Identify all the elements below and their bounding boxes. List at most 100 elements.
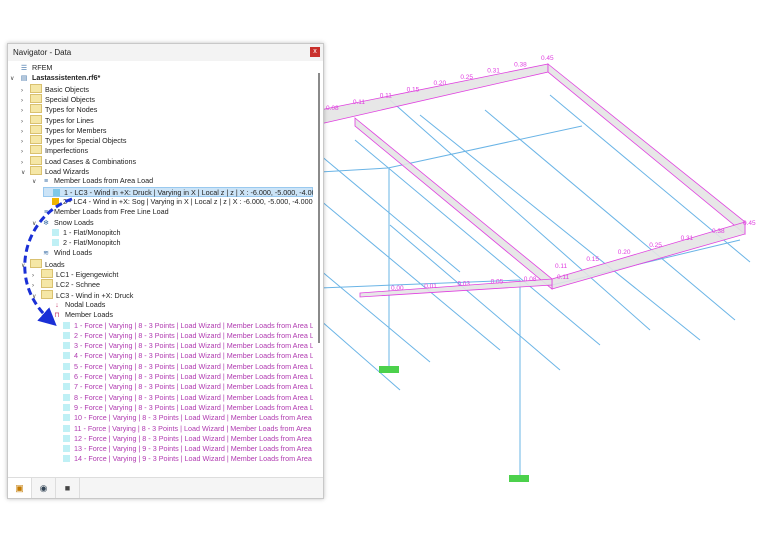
- load-value-label: 0.25: [649, 242, 662, 249]
- tree-item-label: 11 - Force | Varying | 8 - 3 Points | Lo…: [74, 423, 313, 433]
- load-value-label: 0.15: [586, 256, 599, 263]
- color-square-icon: [52, 239, 59, 247]
- tree-item[interactable]: ☰ RFEM: [10, 63, 53, 73]
- chevron-down-icon[interactable]: ∨: [21, 168, 30, 178]
- tree-item[interactable]: ∨ ❄ Snow Loads: [32, 218, 94, 228]
- color-square-icon: [63, 373, 70, 380]
- tree-item[interactable]: ∨ LC3 - Wind in +X: Druck: [32, 289, 134, 302]
- tree-item[interactable]: › Types for Lines: [21, 114, 94, 125]
- tree-item[interactable]: › LC2 - Schnee: [32, 279, 100, 289]
- navigator-tree: ☰ RFEM ∨ ▤ Lastassistenten.rf6* › Basic Object…: [10, 63, 313, 466]
- load-value-label: 0.03: [457, 281, 470, 288]
- close-button[interactable]: x: [310, 47, 320, 57]
- load-value-label: 0.20: [618, 249, 631, 256]
- color-square-icon: [63, 445, 70, 453]
- color-square-icon: [52, 197, 59, 205]
- tree-item[interactable]: 1 - Flat/Monopitch: [43, 228, 121, 238]
- tree-item[interactable]: › Types for Nodes: [21, 104, 97, 114]
- tree-item[interactable]: ∨ ≡ Member Loads from Area Load: [32, 176, 153, 186]
- tree-item[interactable]: 2 - LC4 - Wind in +X: Sog | Varying in X…: [43, 197, 313, 207]
- tree-item-label: 1 - Force | Varying | 8 - 3 Points | Loa…: [74, 320, 313, 330]
- tree-item[interactable]: 12 - Force | Varying | 8 - 3 Points | Lo…: [54, 434, 313, 444]
- chevron-down-icon[interactable]: ∨: [32, 177, 41, 187]
- tree-item[interactable]: ∨ ▤ Lastassistenten.rf6*: [10, 73, 100, 83]
- tree-item[interactable]: ≋ Wind Loads: [32, 248, 92, 258]
- folder-icon: [41, 289, 53, 299]
- tree-item-label: Types for Nodes: [45, 105, 98, 115]
- tree-item[interactable]: 10 - Force | Varying | 8 - 3 Points | Lo…: [54, 413, 313, 423]
- camera-icon: ■: [64, 483, 71, 493]
- navigator-tabs: ▣ ◉ ■: [8, 477, 323, 498]
- tree-item[interactable]: › LC1 - Eigengewicht: [32, 269, 118, 279]
- tree-item-label: Imperfections: [45, 146, 89, 156]
- folder-icon: [30, 166, 42, 175]
- tree-item[interactable]: ∨ Load Wizards: [21, 166, 89, 176]
- tree-item[interactable]: 8 - Force | Varying | 8 - 3 Points | Loa…: [54, 393, 313, 403]
- tree-item-label: Lastassistenten.rf6*: [32, 73, 101, 83]
- member-line: [319, 319, 401, 391]
- tree-item[interactable]: 9 - Force | Varying | 8 - 3 Points | Loa…: [54, 403, 313, 413]
- tree-item[interactable]: › Imperfections: [21, 145, 88, 155]
- load-value-label: 0.15: [407, 86, 420, 93]
- tree-item[interactable]: 1 - LC3 - Wind in +X: Druck | Varying in…: [43, 186, 313, 197]
- tree-item-label: Load Wizards: [45, 167, 89, 176]
- tree-item-label: 14 - Force | Varying | 9 - 3 Points | Lo…: [74, 454, 313, 464]
- member-line: [354, 139, 601, 346]
- tree-item[interactable]: ≡ Member Loads from Free Line Load: [32, 207, 169, 217]
- chevron-down-icon[interactable]: ∨: [10, 74, 19, 84]
- tree-item-label: Member Loads: [65, 310, 113, 320]
- member-line: [389, 224, 561, 371]
- tree-item[interactable]: 5 - Force | Varying | 8 - 3 Points | Loa…: [54, 362, 313, 372]
- chevron-down-icon[interactable]: ∨: [32, 292, 41, 302]
- tree-item-label: 3 - Force | Varying | 8 - 3 Points | Loa…: [74, 341, 313, 351]
- tree-item[interactable]: 2 - Flat/Monopitch: [43, 238, 121, 248]
- tree-item[interactable]: 7 - Force | Varying | 8 - 3 Points | Loa…: [54, 382, 313, 392]
- support-icon: [509, 475, 529, 482]
- vertical-scrollbar[interactable]: [318, 73, 320, 343]
- tree-item-label: 4 - Force | Varying | 8 - 3 Points | Loa…: [74, 351, 313, 361]
- tab-camera[interactable]: ■: [56, 478, 80, 498]
- tree-item[interactable]: 1 - Force | Varying | 8 - 3 Points | Loa…: [54, 321, 313, 331]
- color-square-icon: [63, 403, 70, 411]
- tree-item-label: Wind Loads: [54, 248, 92, 258]
- load-value-label: 0.38: [514, 61, 527, 68]
- tree-item-label: 5 - Force | Varying | 8 - 3 Points | Loa…: [74, 361, 313, 371]
- color-square-icon: [53, 188, 60, 196]
- tree-item-label: 1 - Flat/Monopitch: [63, 227, 121, 237]
- tree-item[interactable]: ∨ ⊓ Member Loads: [43, 310, 113, 320]
- tree-item[interactable]: › Load Cases & Combinations: [21, 155, 136, 166]
- tree-item[interactable]: ↓ Nodal Loads: [43, 300, 105, 310]
- tree-item[interactable]: 6 - Force | Varying | 8 - 3 Points | Loa…: [54, 372, 313, 382]
- tree-item[interactable]: 2 - Force | Varying | 8 - 3 Points | Loa…: [54, 331, 313, 341]
- tree-item[interactable]: 4 - Force | Varying | 8 - 3 Points | Loa…: [54, 351, 313, 361]
- tree-item[interactable]: 3 - Force | Varying | 8 - 3 Points | Loa…: [54, 341, 313, 351]
- tree-item-label: RFEM: [32, 63, 53, 72]
- tree-item[interactable]: › Special Objects: [21, 93, 95, 104]
- load-band-left: [354, 117, 553, 290]
- tree-item-label: Types for Lines: [45, 115, 94, 125]
- tree-item[interactable]: 14 - Force | Varying | 9 - 3 Points | Lo…: [54, 454, 313, 464]
- color-square-icon: [63, 383, 70, 391]
- load-value-label: 0.45: [743, 220, 756, 227]
- chevron-down-icon[interactable]: ∨: [21, 261, 30, 271]
- tree-item[interactable]: 13 - Force | Varying | 9 - 3 Points | Lo…: [54, 444, 313, 454]
- tab-data[interactable]: ▣: [8, 478, 32, 498]
- tree-item[interactable]: 11 - Force | Varying | 8 - 3 Points | Lo…: [54, 424, 313, 434]
- tree-item-label: LC3 - Wind in +X: Druck: [56, 290, 134, 300]
- tree-item[interactable]: › Types for Members: [21, 124, 107, 135]
- tree-item-label: 2 - LC4 - Wind in +X: Sog | Varying in X…: [63, 196, 313, 206]
- tree-item-label: LC2 - Schnee: [56, 280, 100, 290]
- member-line: [319, 154, 461, 273]
- tree-item[interactable]: ∨ Loads: [21, 258, 65, 271]
- tab-view[interactable]: ◉: [32, 478, 56, 498]
- data-icon: ▣: [15, 483, 24, 493]
- chevron-down-icon[interactable]: ∨: [32, 219, 41, 229]
- load-value-label: 0.08: [524, 276, 537, 283]
- folder-icon: [30, 83, 42, 93]
- chevron-down-icon[interactable]: ∨: [43, 311, 52, 321]
- tree-item[interactable]: › Basic Objects: [21, 83, 89, 94]
- load-value-label: 0.25: [460, 74, 473, 81]
- tree-item[interactable]: › Types for Special Objects: [21, 135, 127, 145]
- color-square-icon: [63, 424, 70, 432]
- load-value-label: 0.11: [353, 99, 366, 106]
